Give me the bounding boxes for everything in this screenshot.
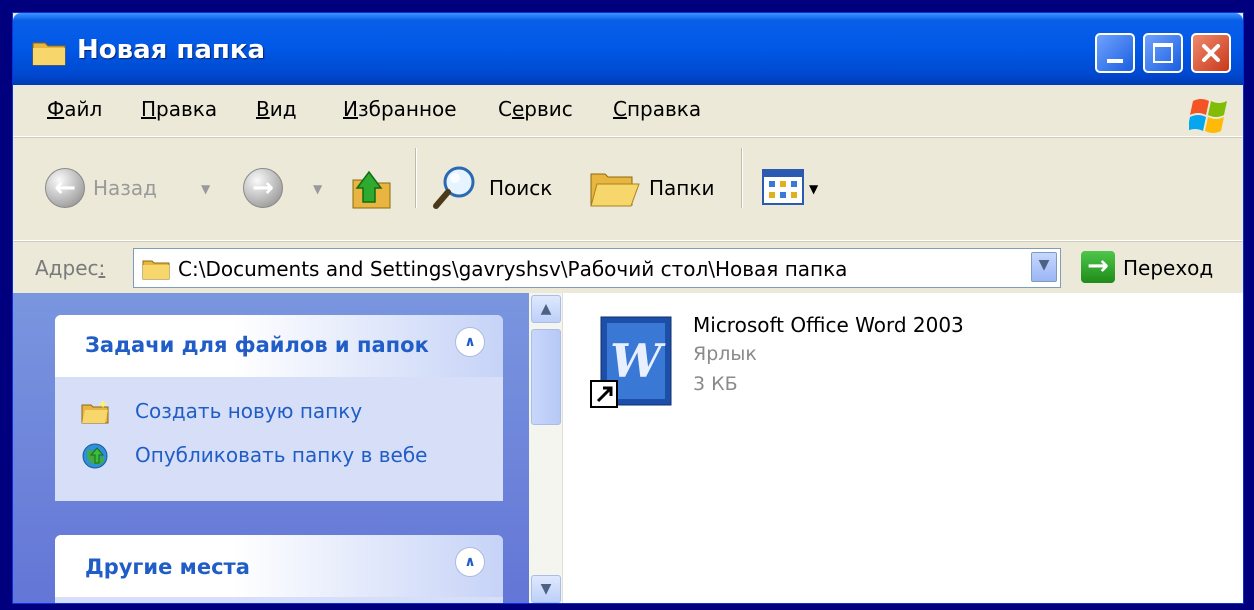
places-panel-title: Другие места [85,555,250,579]
publish-web-icon [82,443,108,469]
collapse-icon[interactable]: ∧ [455,327,485,357]
window-title: Новая папка [77,35,266,65]
menu-help[interactable]: Справка [613,97,701,121]
back-button[interactable]: ← [45,168,85,208]
windows-logo-icon [1189,99,1227,133]
maximize-icon [1153,43,1173,63]
folder-icon [142,260,170,280]
menu-tools[interactable]: Сервис [498,97,573,121]
task-publish-web[interactable]: Опубликовать папку в вебе [135,443,427,467]
close-button[interactable] [1191,33,1231,73]
toolbar-separator [415,148,417,208]
address-input[interactable]: C:\Documents and Settings\gavryshsv\Рабо… [133,248,1061,288]
menu-favorites[interactable]: Избранное [343,97,457,121]
toolbar: ← Назад ▼ → ▼ Поиск Папки ▼ [13,137,1243,241]
tasks-panel: Задачи для файлов и папок ∧ Создать нову… [55,315,503,501]
address-path: C:\Documents and Settings\gavryshsv\Рабо… [178,257,848,281]
up-folder-icon[interactable] [349,164,395,212]
address-dropdown-button[interactable]: ▼ [1031,252,1057,282]
forward-arrow-icon: → [252,173,274,203]
scroll-up-button[interactable]: ▲ [531,295,561,323]
scroll-down-button[interactable]: ▼ [531,575,561,603]
toolbar-separator [741,148,743,208]
minimize-button[interactable] [1095,33,1135,73]
task-pane: Задачи для файлов и папок ∧ Создать нову… [13,293,529,603]
maximize-button[interactable] [1143,33,1183,73]
go-label[interactable]: Переход [1123,256,1213,280]
menu-bar: Файл Правка Вид Избранное Сервис Справка [13,85,1243,137]
file-name: Microsoft Office Word 2003 [693,313,964,337]
word-document-icon: W [590,316,672,408]
tasks-panel-header[interactable]: Задачи для файлов и папок [55,315,503,377]
tasks-panel-title: Задачи для файлов и папок [85,333,429,357]
folders-icon[interactable] [587,166,643,212]
task-create-folder[interactable]: Создать новую папку [135,399,362,423]
search-label[interactable]: Поиск [489,176,552,200]
vertical-scrollbar[interactable]: ▲ ▼ [529,293,563,603]
views-icon[interactable] [761,168,805,206]
new-folder-icon [81,400,109,424]
places-panel-header[interactable]: Другие места [55,535,503,597]
explorer-window: Новая папка Файл Правка Вид Избранное Се… [12,12,1244,604]
places-panel: Другие места ∧ [55,535,503,603]
collapse-icon[interactable]: ∧ [455,547,485,577]
folder-icon [32,42,66,66]
scroll-thumb[interactable] [531,329,561,425]
address-bar: Адрес: C:\Documents and Settings\gavrysh… [13,241,1243,293]
back-label: Назад [93,176,158,200]
views-dropdown-icon[interactable]: ▼ [809,182,818,196]
menu-view[interactable]: Вид [256,97,297,121]
back-dropdown-icon[interactable]: ▼ [201,182,210,196]
folders-label[interactable]: Папки [649,176,714,200]
title-bar[interactable]: Новая папка [13,13,1243,85]
chevron-down-icon: ▼ [1038,257,1050,273]
svg-text:W: W [610,334,666,388]
go-button[interactable]: → [1081,251,1115,283]
search-icon[interactable] [431,164,481,212]
minimize-icon [1107,59,1123,63]
menu-file[interactable]: Файл [47,97,102,121]
go-arrow-icon: → [1087,251,1109,281]
file-size: 3 КБ [693,373,738,395]
close-icon [1202,44,1220,62]
forward-dropdown-icon[interactable]: ▼ [313,182,322,196]
back-arrow-icon: ← [54,173,76,203]
forward-button[interactable]: → [243,168,283,208]
file-list: ▲ ▼ W Microsoft Office Word 2003 Ярлык 3… [529,293,1243,603]
address-label: Адрес: [35,256,106,280]
menu-edit[interactable]: Правка [141,97,217,121]
file-type: Ярлык [693,343,757,365]
